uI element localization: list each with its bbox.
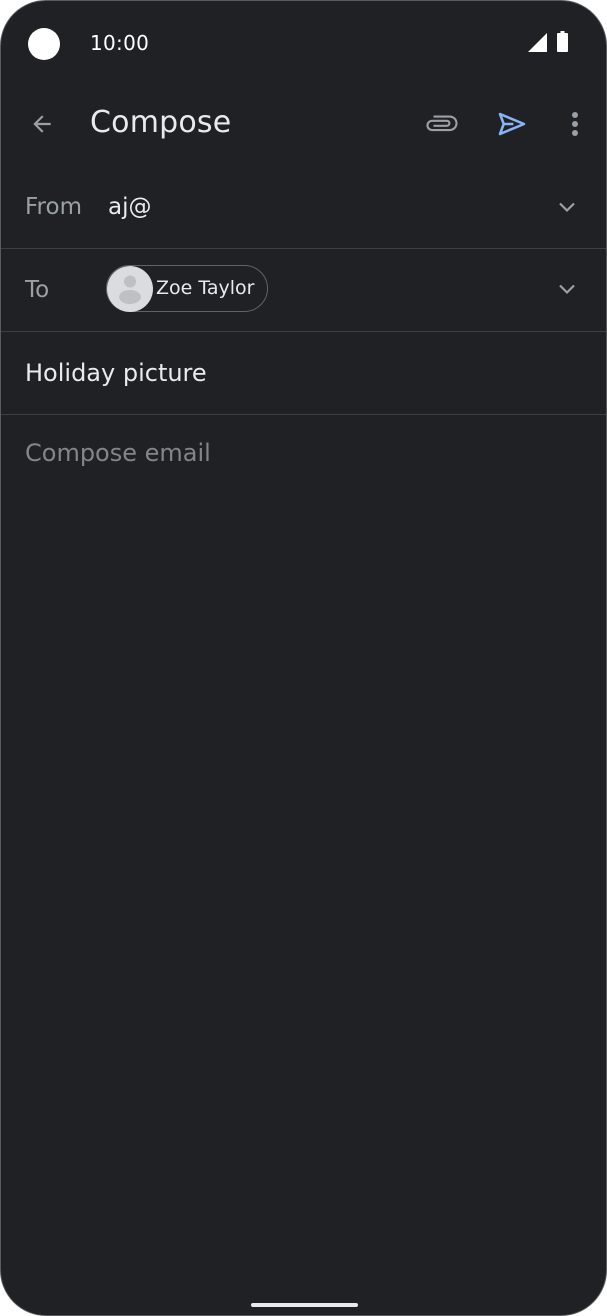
recipient-chip[interactable]: Zoe Taylor [106,265,268,312]
arrow-back-icon [33,115,51,133]
app-bar: Compose [1,85,606,165]
status-bar: 10:00 [1,1,606,85]
camera-cutout [28,28,60,60]
chevron-down-icon [559,202,575,213]
to-expand-button[interactable] [549,271,585,307]
page-title: Compose [90,105,232,140]
paperclip-icon [426,115,458,132]
subject-value[interactable]: Holiday picture [25,359,207,387]
to-label: To [25,277,50,303]
chevron-down-icon [559,284,575,295]
gesture-nav-bar[interactable] [251,1303,358,1307]
from-expand-button[interactable] [549,189,585,225]
to-field-row[interactable]: To Zoe Taylor [1,249,606,332]
send-icon [498,112,526,136]
recipient-name: Zoe Taylor [156,277,255,299]
more-vert-icon [572,112,578,136]
send-button[interactable] [491,103,533,145]
body-placeholder: Compose email [25,439,211,467]
status-time: 10:00 [90,31,150,55]
body-field[interactable]: Compose email [1,415,606,1265]
from-field-row: From aj@ [1,167,606,249]
subject-field[interactable]: Holiday picture [1,332,606,415]
attach-button[interactable] [421,103,463,145]
more-options-button[interactable] [557,103,593,145]
from-account-value[interactable]: aj@ [108,194,151,220]
from-label: From [25,194,82,220]
signal-icon [528,33,547,52]
back-button[interactable] [21,103,63,145]
person-avatar-icon [107,266,153,312]
battery-icon [557,31,568,52]
phone-screen: 10:00 Compose From aj@ To Zoe Taylor Hol… [0,0,607,1316]
